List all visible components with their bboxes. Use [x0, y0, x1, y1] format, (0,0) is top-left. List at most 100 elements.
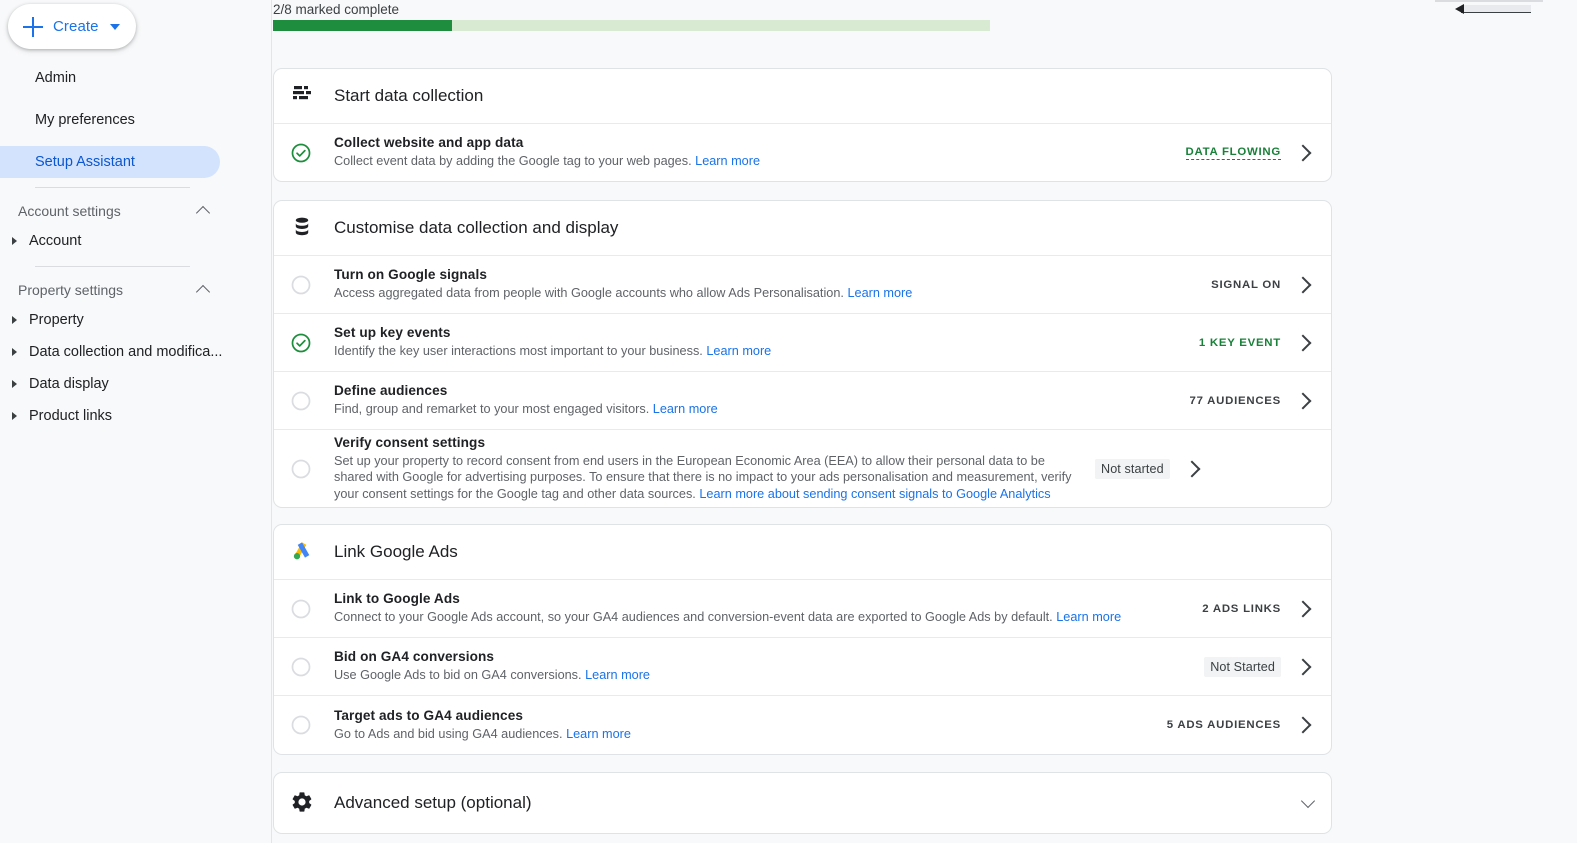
sidebar-divider-1: [35, 187, 190, 188]
triangle-right-icon: [12, 412, 17, 420]
partial-bar: [1435, 0, 1543, 2]
learn-more-link[interactable]: Learn more: [695, 154, 760, 168]
learn-more-link[interactable]: Learn more: [653, 402, 718, 416]
partial-slider[interactable]: [1461, 5, 1531, 13]
card-header: Link Google Ads: [274, 525, 1331, 580]
sidebar-item-label: Data collection and modifica...: [29, 344, 223, 360]
top-right-partial-control[interactable]: [1435, 0, 1543, 14]
task-status-badge: 2 ADS LINKS: [1202, 602, 1281, 615]
progress-bar-track: [273, 20, 990, 31]
create-button-label: Create: [53, 18, 99, 35]
task-status-badge: 1 KEY EVENT: [1198, 336, 1281, 349]
task-row-define-audiences[interactable]: Define audiences Find, group and remarke…: [274, 372, 1331, 430]
sidebar-item-my-preferences[interactable]: My preferences: [0, 104, 272, 136]
learn-more-link[interactable]: Learn more: [706, 344, 771, 358]
sidebar-item-label: Product links: [29, 408, 113, 424]
task-title: Target ads to GA4 audiences: [334, 707, 524, 723]
task-text: Bid on GA4 conversions Use Google Ads to…: [312, 649, 1204, 683]
google-ads-icon: [290, 539, 316, 565]
status-incomplete-icon: [290, 598, 312, 620]
sidebar-divider-2: [35, 266, 190, 267]
task-row-link-to-google-ads[interactable]: Link to Google Ads Connect to your Googl…: [274, 580, 1331, 638]
learn-more-link[interactable]: Learn more about sending consent signals…: [699, 487, 1050, 501]
status-incomplete-icon: [290, 390, 312, 412]
partial-handle[interactable]: [1455, 4, 1464, 14]
task-title: Set up key events: [334, 325, 451, 341]
triangle-right-icon: [12, 316, 17, 324]
task-row-bid-on-ga4-conversions[interactable]: Bid on GA4 conversions Use Google Ads to…: [274, 638, 1331, 696]
status-incomplete-icon: [290, 656, 312, 678]
task-row-target-ads-to-ga4-audiences[interactable]: Target ads to GA4 audiences Go to Ads an…: [274, 696, 1331, 754]
sidebar-group-label: Property settings: [18, 282, 124, 298]
task-description-text: Connect to your Google Ads account, so y…: [334, 610, 1053, 625]
chevron-right-icon[interactable]: [1294, 716, 1312, 734]
chevron-right-icon[interactable]: [1294, 144, 1312, 161]
task-status-badge: Not Started: [1204, 656, 1281, 677]
triangle-right-icon: [12, 380, 17, 388]
sidebar: Create Admin My preferences Setup Assist…: [0, 0, 272, 843]
task-description-text: Identify the key user interactions most …: [334, 344, 703, 359]
task-description-text: Find, group and remarket to your most en…: [334, 402, 650, 417]
plus-icon: [22, 16, 44, 38]
task-description-text: Access aggregated data from people with …: [334, 286, 844, 301]
card-start-data-collection: Start data collection Collect website an…: [273, 68, 1332, 182]
chevron-right-icon[interactable]: [1294, 334, 1312, 351]
progress-label: 2/8 marked complete: [273, 2, 400, 17]
chevron-down-icon: [109, 23, 120, 30]
chevron-right-icon[interactable]: [1294, 600, 1312, 617]
card-link-google-ads: Link Google Ads Link to Google Ads Conne…: [273, 524, 1332, 755]
learn-more-link[interactable]: Learn more: [566, 727, 631, 741]
card-header: Start data collection: [274, 69, 1331, 124]
sidebar-item-data-collection[interactable]: Data collection and modifica...: [0, 336, 272, 368]
sidebar-item-admin[interactable]: Admin: [0, 62, 272, 94]
task-status-badge: 77 AUDIENCES: [1189, 394, 1281, 407]
task-status-badge: SIGNAL ON: [1211, 278, 1281, 291]
task-text: Define audiences Find, group and remarke…: [312, 383, 1190, 417]
chevron-up-icon: [195, 205, 211, 220]
card-advanced-setup[interactable]: Advanced setup (optional): [273, 772, 1332, 834]
card-title: Link Google Ads: [334, 542, 458, 561]
task-text: Verify consent settings Set up your prop…: [312, 435, 1095, 502]
task-status-badge: DATA FLOWING: [1185, 145, 1281, 160]
task-row-turn-on-google-signals[interactable]: Turn on Google signals Access aggregated…: [274, 256, 1331, 314]
status-complete-icon: [290, 332, 312, 354]
triangle-right-icon: [12, 348, 17, 356]
task-description: Use Google Ads to bid on GA4 conversions…: [334, 667, 1188, 683]
status-complete-icon: [290, 142, 312, 164]
chevron-up-icon: [195, 284, 211, 299]
sidebar-item-product-links[interactable]: Product links: [0, 400, 272, 432]
sidebar-item-property[interactable]: Property: [0, 304, 272, 336]
card-title: Customise data collection and display: [334, 218, 619, 237]
learn-more-link[interactable]: Learn more: [847, 286, 912, 300]
sidebar-item-data-display[interactable]: Data display: [0, 368, 272, 400]
sidebar-item-account[interactable]: Account: [0, 225, 272, 257]
task-description: Find, group and remarket to your most en…: [334, 401, 1174, 417]
create-button[interactable]: Create: [8, 4, 136, 49]
sidebar-item-label: Property: [29, 312, 84, 328]
sidebar-group-property-settings[interactable]: Property settings: [0, 276, 218, 304]
database-icon: [290, 215, 316, 241]
learn-more-link[interactable]: Learn more: [585, 668, 650, 682]
task-row-set-up-key-events[interactable]: Set up key events Identify the key user …: [274, 314, 1331, 372]
chevron-right-icon[interactable]: [1294, 392, 1312, 409]
task-title: Link to Google Ads: [334, 591, 460, 607]
task-row-verify-consent-settings[interactable]: Verify consent settings Set up your prop…: [274, 430, 1331, 507]
chevron-right-icon[interactable]: [1183, 460, 1201, 477]
main-content: 2/8 marked complete Start data collectio…: [272, 0, 1577, 843]
chevron-down-icon[interactable]: [1300, 793, 1316, 808]
chevron-right-icon[interactable]: [1294, 658, 1312, 675]
chevron-right-icon[interactable]: [1294, 276, 1312, 293]
learn-more-link[interactable]: Learn more: [1056, 610, 1121, 624]
task-row-collect-website-app-data[interactable]: Collect website and app data Collect eve…: [274, 124, 1331, 181]
sidebar-group-label: Account settings: [18, 203, 121, 219]
task-title: Verify consent settings: [334, 435, 486, 451]
sidebar-nav: Admin My preferences Setup Assistant Acc…: [0, 62, 272, 432]
sidebar-item-label: My preferences: [35, 112, 135, 128]
task-title: Collect website and app data: [334, 135, 524, 151]
card-customise-data-collection: Customise data collection and display Tu…: [273, 200, 1332, 508]
sidebar-group-account-settings[interactable]: Account settings: [0, 197, 218, 225]
task-text: Set up key events Identify the key user …: [312, 325, 1199, 359]
card-header: Customise data collection and display: [274, 201, 1331, 256]
sidebar-item-setup-assistant[interactable]: Setup Assistant: [0, 146, 220, 178]
card-header[interactable]: Advanced setup (optional): [274, 773, 1331, 833]
